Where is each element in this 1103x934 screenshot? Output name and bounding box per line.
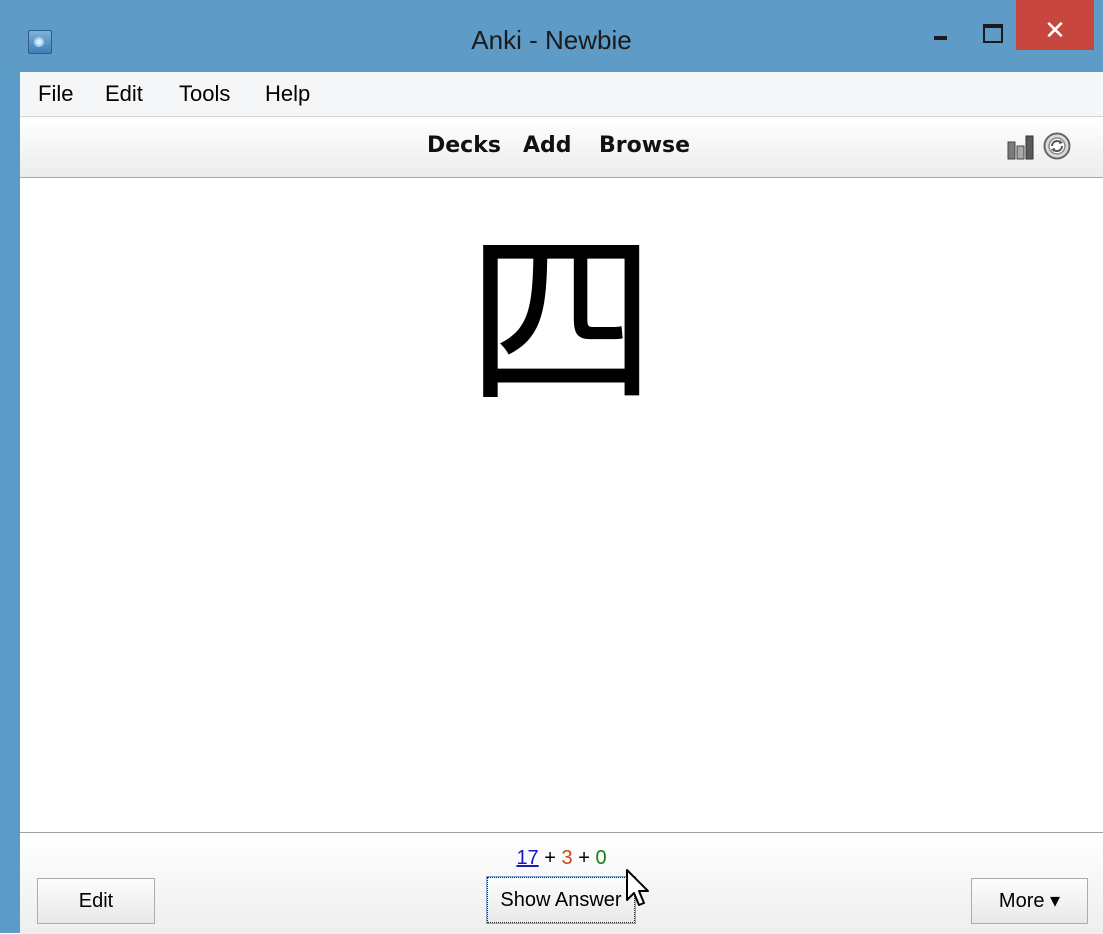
- menu-bar: File Edit Tools Help: [20, 72, 1103, 117]
- new-count: 17: [516, 847, 539, 869]
- browse-link[interactable]: Browse: [599, 133, 690, 158]
- add-link[interactable]: Add: [523, 133, 572, 158]
- stats-icon[interactable]: [1007, 134, 1035, 160]
- maximize-button[interactable]: [968, 0, 1016, 50]
- due-counts: 17 + 3 + 0: [20, 847, 1103, 870]
- plus-separator: +: [578, 847, 590, 869]
- close-button[interactable]: ✕: [1016, 0, 1094, 50]
- edit-button[interactable]: Edit: [37, 878, 155, 924]
- menu-help[interactable]: Help: [265, 81, 310, 107]
- mouse-cursor-icon: [626, 869, 649, 906]
- menu-tools[interactable]: Tools: [179, 81, 230, 107]
- card-view: 四: [20, 178, 1103, 832]
- show-answer-button[interactable]: Show Answer: [486, 876, 636, 924]
- sync-icon[interactable]: [1043, 132, 1071, 160]
- bottom-bar: 17 + 3 + 0 Edit Show Answer More ▾: [20, 832, 1103, 934]
- anki-window: Anki - Newbie ✕ File Edit Tools Help Dec…: [0, 0, 1103, 934]
- toolbar: Decks Add Browse: [20, 117, 1103, 178]
- minimize-button[interactable]: [915, 0, 965, 50]
- learning-count: 3: [561, 847, 573, 869]
- menu-file[interactable]: File: [38, 81, 73, 107]
- review-count: 0: [595, 847, 607, 869]
- decks-link[interactable]: Decks: [427, 133, 501, 158]
- menu-edit[interactable]: Edit: [105, 81, 143, 107]
- close-icon: ✕: [1044, 16, 1066, 46]
- card-front-text: 四: [466, 217, 657, 429]
- more-button[interactable]: More ▾: [971, 878, 1088, 924]
- client-area: File Edit Tools Help Decks Add Browse 四 …: [20, 72, 1103, 934]
- plus-separator: +: [544, 847, 556, 869]
- title-bar[interactable]: Anki - Newbie ✕: [0, 0, 1103, 72]
